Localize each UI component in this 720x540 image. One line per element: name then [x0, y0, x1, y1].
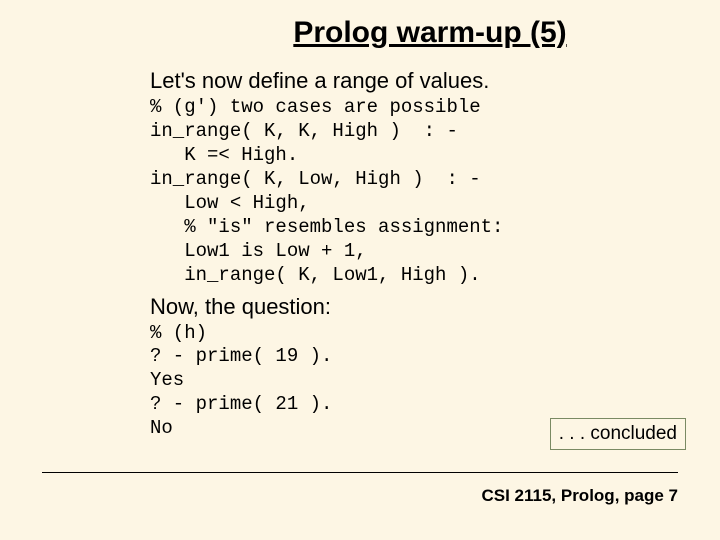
concluded-note: . . . concluded [550, 418, 686, 450]
intro-text: Let's now define a range of values. [150, 68, 660, 94]
question-heading: Now, the question: [150, 294, 660, 320]
slide: { "title": "Prolog warm-up (5)", "intro"… [0, 0, 720, 540]
separator-line [42, 472, 678, 473]
footer-text: CSI 2115, Prolog, page 7 [481, 486, 678, 506]
slide-title: Prolog warm-up (5) [0, 16, 720, 50]
slide-content: Let's now define a range of values. % (g… [150, 68, 660, 441]
code-block-1: % (g') two cases are possible in_range( … [150, 96, 660, 288]
